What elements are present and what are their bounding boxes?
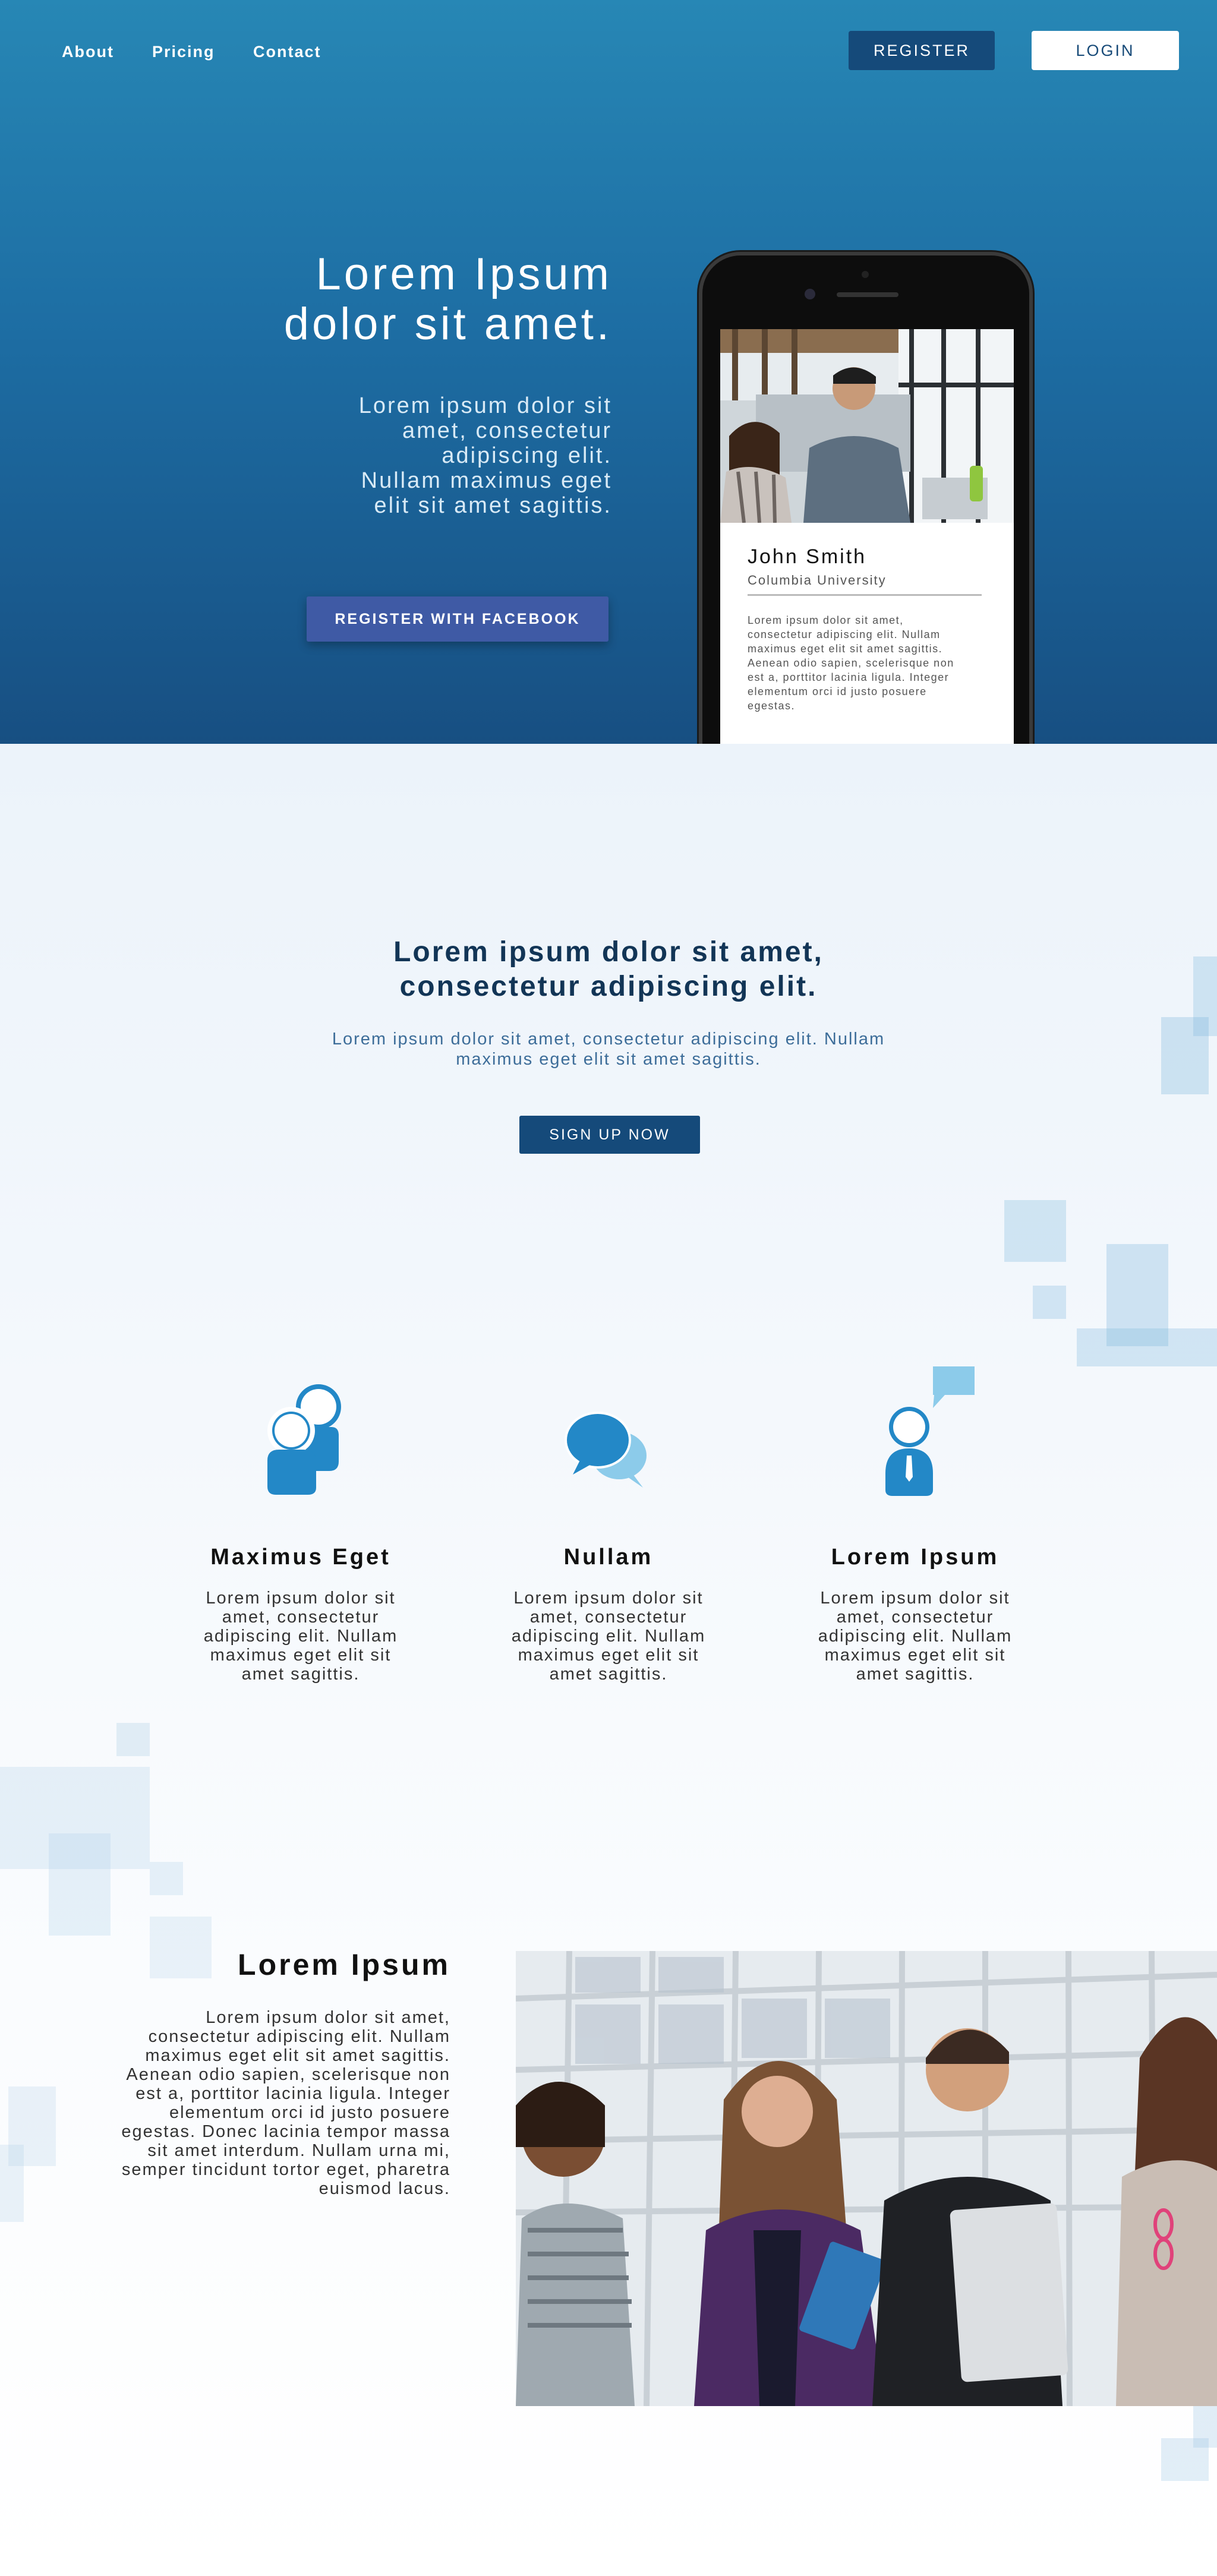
- section-title: Lorem Ipsum: [238, 1948, 450, 1981]
- decorative-square: [1004, 1200, 1066, 1262]
- section-text-line: euismod lacus.: [319, 2179, 450, 2198]
- profile-bio-line: Lorem ipsum dolor sit amet,: [748, 614, 904, 626]
- feature-title: Lorem Ipsum: [831, 1545, 1000, 1570]
- section-subtitle-line: maximus eget elit sit amet sagittis.: [456, 1050, 761, 1069]
- hero-subtitle-line: Nullam maximus eget: [361, 468, 612, 493]
- users-icon: [267, 1384, 341, 1495]
- feature-text-line: maximus eget elit sit: [518, 1646, 699, 1665]
- nav-link-contact[interactable]: Contact: [253, 43, 321, 61]
- feature-text-line: amet, consectetur: [836, 1608, 994, 1627]
- feature-text: Lorem ipsum dolor sit amet, consectetur …: [194, 1589, 408, 1684]
- decorative-square: [116, 1723, 150, 1756]
- section-title: Lorem ipsum dolor sit amet, consectetur …: [252, 935, 965, 1004]
- hero-title-line: Lorem Ipsum: [316, 249, 612, 299]
- section-subtitle: Lorem ipsum dolor sit amet, consectetur …: [285, 1029, 932, 1069]
- feature-text-line: amet sagittis.: [241, 1665, 360, 1684]
- feature-text-line: maximus eget elit sit: [210, 1646, 392, 1665]
- feature-text-line: adipiscing elit. Nullam: [511, 1627, 706, 1646]
- feature-text-line: Lorem ipsum dolor sit: [206, 1589, 396, 1608]
- section-text-line: Aenean odio sapien, scelerisque non: [126, 2065, 450, 2084]
- hero-subtitle-line: elit sit amet sagittis.: [374, 493, 612, 518]
- login-button[interactable]: LOGIN: [1032, 31, 1179, 70]
- decorative-square: [0, 2145, 24, 2222]
- decorative-square: [150, 1862, 183, 1895]
- user-message-icon: [885, 1366, 975, 1496]
- feature-text-line: amet sagittis.: [856, 1665, 975, 1684]
- profile-bio: Lorem ipsum dolor sit amet, consectetur …: [748, 613, 985, 713]
- feature-text-line: Lorem ipsum dolor sit: [820, 1589, 1010, 1608]
- hero-title: Lorem Ipsum dolor sit amet.: [178, 250, 612, 349]
- register-button[interactable]: REGISTER: [849, 31, 995, 70]
- chat-bubbles-icon: [565, 1412, 647, 1488]
- section-title-line: consectetur adipiscing elit.: [399, 971, 818, 1002]
- group-photo: [516, 1951, 1217, 2406]
- decorative-square: [1161, 1017, 1209, 1094]
- sign-up-now-button[interactable]: SIGN UP NOW: [519, 1116, 700, 1154]
- feature-text-line: adipiscing elit. Nullam: [203, 1627, 398, 1646]
- section-text: Lorem ipsum dolor sit amet, consectetur …: [95, 2008, 450, 2198]
- profile-bio-line: est a, porttitor lacinia ligula. Integer: [748, 671, 950, 683]
- feature-title: Nullam: [563, 1545, 654, 1570]
- feature-text-line: Lorem ipsum dolor sit: [513, 1589, 704, 1608]
- feature-text-line: amet, consectetur: [529, 1608, 688, 1627]
- section-text-line: sit amet interdum. Nullam urna mi,: [147, 2141, 450, 2160]
- section-title-line: Lorem ipsum dolor sit amet,: [393, 936, 824, 968]
- phone-speaker: [837, 292, 898, 297]
- decorative-square: [1033, 1286, 1066, 1319]
- nav-link-about[interactable]: About: [62, 43, 114, 61]
- phone-screen: John Smith Columbia University Lorem ips…: [720, 329, 1014, 744]
- hero-subtitle-line: Lorem ipsum dolor sit: [358, 393, 612, 418]
- decorative-square: [1077, 1328, 1217, 1366]
- section-text-line: consectetur adipiscing elit. Nullam: [148, 2027, 450, 2046]
- hero-section: About Pricing Contact REGISTER LOGIN Lor…: [0, 0, 1217, 744]
- hero-subtitle-line: amet, consectetur: [402, 418, 612, 443]
- profile-photo: [720, 329, 1014, 523]
- profile-bio-line: Aenean odio sapien, scelerisque non: [748, 657, 954, 669]
- feature-text: Lorem ipsum dolor sit amet, consectetur …: [808, 1589, 1022, 1684]
- phone-sensor: [862, 271, 869, 278]
- hero-subtitle-line: adipiscing elit.: [442, 443, 612, 468]
- feature-text: Lorem ipsum dolor sit amet, consectetur …: [502, 1589, 715, 1684]
- hero-title-line: dolor sit amet.: [283, 299, 612, 349]
- feature-text-line: maximus eget elit sit: [824, 1646, 1006, 1665]
- profile-bio-line: egestas.: [748, 700, 796, 712]
- section-text-line: est a, porttitor lacinia ligula. Integer: [135, 2084, 450, 2103]
- decorative-square: [1161, 2438, 1209, 2481]
- section-text-line: Lorem ipsum dolor sit amet,: [206, 2008, 450, 2027]
- feature-title: Maximus Eget: [210, 1545, 391, 1570]
- divider: [748, 594, 982, 596]
- section-text-line: elementum orci id justo posuere: [169, 2103, 450, 2122]
- profile-bio-line: elementum orci id justo posuere: [748, 686, 927, 697]
- phone-mockup: John Smith Columbia University Lorem ips…: [699, 252, 1033, 744]
- phone-camera: [805, 289, 815, 299]
- profile-name: John Smith: [748, 545, 867, 568]
- section-text-line: egestas. Donec lacinia tempor massa: [121, 2122, 450, 2141]
- register-with-facebook-button[interactable]: REGISTER WITH FACEBOOK: [307, 596, 608, 642]
- section-text-line: semper tincidunt tortor eget, pharetra: [121, 2160, 450, 2179]
- feature-text-line: amet, consectetur: [222, 1608, 380, 1627]
- section-subtitle-line: Lorem ipsum dolor sit amet, consectetur …: [332, 1030, 885, 1049]
- nav-link-pricing[interactable]: Pricing: [152, 43, 215, 61]
- feature-text-line: adipiscing elit. Nullam: [818, 1627, 1013, 1646]
- profile-school: Columbia University: [748, 573, 887, 588]
- feature-text-line: amet sagittis.: [549, 1665, 668, 1684]
- section-text-line: maximus eget elit sit amet sagittis.: [145, 2046, 450, 2065]
- profile-bio-line: consectetur adipiscing elit. Nullam: [748, 629, 941, 640]
- profile-bio-line: maximus eget elit sit amet sagittis.: [748, 643, 943, 655]
- hero-subtitle: Lorem ipsum dolor sit amet, consectetur …: [297, 393, 612, 518]
- decorative-square: [49, 1833, 111, 1936]
